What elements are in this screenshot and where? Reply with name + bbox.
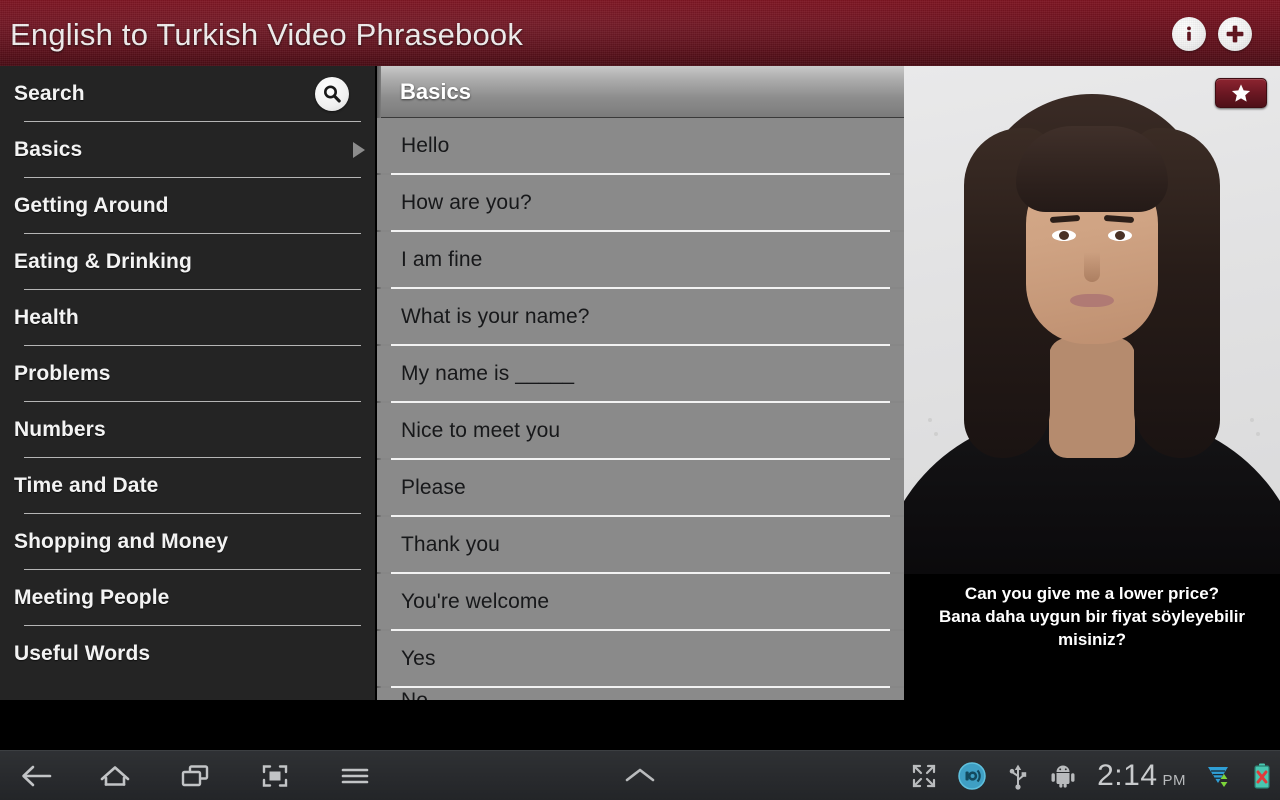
clock-time: 2:14 <box>1097 759 1158 792</box>
sound-icon[interactable] <box>957 761 987 791</box>
sidebar-item-label: Problems <box>14 361 111 385</box>
search-row[interactable]: Search <box>0 66 375 121</box>
avatar-eye-right <box>1108 230 1132 241</box>
sidebar-item-useful-words[interactable]: Useful Words <box>0 626 375 681</box>
page-title: English to Turkish Video Phrasebook <box>10 17 524 52</box>
battery-error-icon <box>1252 762 1272 790</box>
sidebar-item-meeting-people[interactable]: Meeting People <box>0 570 375 625</box>
video-panel[interactable]: Can you give me a lower price? Bana daha… <box>904 66 1280 700</box>
phrase-label: Nice to meet you <box>401 418 561 442</box>
list-item[interactable]: You're welcome <box>377 574 904 629</box>
category-sidebar: Search Basics Getting Around Eating & Dr… <box>0 66 377 700</box>
list-item[interactable]: Yes <box>377 631 904 686</box>
list-item[interactable]: No <box>377 688 904 700</box>
list-item[interactable]: I am fine <box>377 232 904 287</box>
sidebar-item-time-and-date[interactable]: Time and Date <box>0 458 375 513</box>
phrase-label: You're welcome <box>401 589 550 613</box>
caption-english: Can you give me a lower price? <box>964 584 1220 603</box>
decor-dot <box>934 432 938 436</box>
phrase-label: Please <box>401 475 466 499</box>
app-title-bar: English to Turkish Video Phrasebook <box>0 0 1280 66</box>
list-item[interactable]: Nice to meet you <box>377 403 904 458</box>
status-tray: 2:14 PM <box>911 751 1272 800</box>
sidebar-item-problems[interactable]: Problems <box>0 346 375 401</box>
search-icon[interactable] <box>315 76 349 111</box>
system-navigation-bar: 2:14 PM <box>0 750 1280 800</box>
favorite-button[interactable] <box>1215 78 1267 108</box>
wifi-icon <box>1206 763 1232 789</box>
sidebar-item-getting-around[interactable]: Getting Around <box>0 178 375 233</box>
phrase-label: No <box>401 688 428 700</box>
avatar-nose <box>1084 252 1100 282</box>
decor-dot <box>928 418 932 422</box>
home-icon[interactable] <box>94 755 136 797</box>
nav-left-group <box>14 751 376 800</box>
sidebar-item-shopping-and-money[interactable]: Shopping and Money <box>0 514 375 569</box>
sidebar-item-eating-drinking[interactable]: Eating & Drinking <box>0 234 375 289</box>
android-icon <box>1049 764 1077 788</box>
phrase-label: Yes <box>401 646 436 670</box>
sidebar-item-numbers[interactable]: Numbers <box>0 402 375 457</box>
search-label: Search <box>14 81 85 105</box>
list-item[interactable]: My name is _____ <box>377 346 904 401</box>
list-item[interactable]: What is your name? <box>377 289 904 344</box>
star-icon <box>1231 84 1251 102</box>
phrase-list-title: Basics <box>400 78 471 104</box>
menu-icon[interactable] <box>334 755 376 797</box>
screenshot-icon[interactable] <box>254 755 296 797</box>
phrase-label: How are you? <box>401 190 532 214</box>
sidebar-item-label: Basics <box>14 137 83 161</box>
status-clock: 2:14 PM <box>1097 759 1186 793</box>
video-caption: Can you give me a lower price? Bana daha… <box>904 574 1280 700</box>
sidebar-item-label: Time and Date <box>14 473 159 497</box>
clock-ampm: PM <box>1162 772 1186 789</box>
phrase-label: Thank you <box>401 532 500 556</box>
sidebar-item-label: Useful Words <box>14 641 151 665</box>
avatar-mouth <box>1070 294 1114 307</box>
phrase-label: My name is _____ <box>401 361 575 385</box>
main-stage: Search Basics Getting Around Eating & Dr… <box>0 66 1280 700</box>
video-player[interactable] <box>904 66 1280 586</box>
recent-apps-icon[interactable] <box>174 755 216 797</box>
avatar-hair-top <box>1016 126 1168 212</box>
phrase-list-panel: Basics Hello How are you? I am fine What… <box>377 66 904 700</box>
sidebar-item-label: Eating & Drinking <box>14 249 192 273</box>
app-window: English to Turkish Video Phrasebook Sear… <box>0 0 1280 800</box>
avatar-eye-left <box>1052 230 1076 241</box>
phrase-label: Hello <box>401 133 450 157</box>
sidebar-item-basics[interactable]: Basics <box>0 122 375 177</box>
fullscreen-icon[interactable] <box>911 763 937 789</box>
phrase-list-header: Basics <box>377 66 904 118</box>
plus-icon[interactable] <box>1218 17 1252 51</box>
sidebar-item-label: Numbers <box>14 417 106 441</box>
caption-turkish: Bana daha uygun bir fiyat söyleyebilir m… <box>938 607 1246 649</box>
decor-dot <box>1250 418 1254 422</box>
decor-dot <box>1256 432 1260 436</box>
phrase-label: What is your name? <box>401 304 590 328</box>
list-item[interactable]: How are you? <box>377 175 904 230</box>
info-icon[interactable] <box>1172 17 1206 51</box>
sidebar-item-label: Health <box>14 305 79 329</box>
list-item[interactable]: Please <box>377 460 904 515</box>
nav-center-group <box>619 751 661 800</box>
phrase-label: I am fine <box>401 247 483 271</box>
sidebar-item-label: Getting Around <box>14 193 169 217</box>
phrase-list-body: Hello How are you? I am fine What is you… <box>377 118 904 700</box>
sidebar-item-health[interactable]: Health <box>0 290 375 345</box>
list-item[interactable]: Hello <box>377 118 904 173</box>
usb-icon <box>1007 762 1029 790</box>
chevron-right-icon <box>353 141 365 158</box>
list-item[interactable]: Thank you <box>377 517 904 572</box>
sidebar-item-label: Meeting People <box>14 585 170 609</box>
back-arrow-icon[interactable] <box>14 755 56 797</box>
chevron-up-icon[interactable] <box>619 755 661 797</box>
avatar-neck <box>1049 338 1135 458</box>
sidebar-item-label: Shopping and Money <box>14 529 229 553</box>
